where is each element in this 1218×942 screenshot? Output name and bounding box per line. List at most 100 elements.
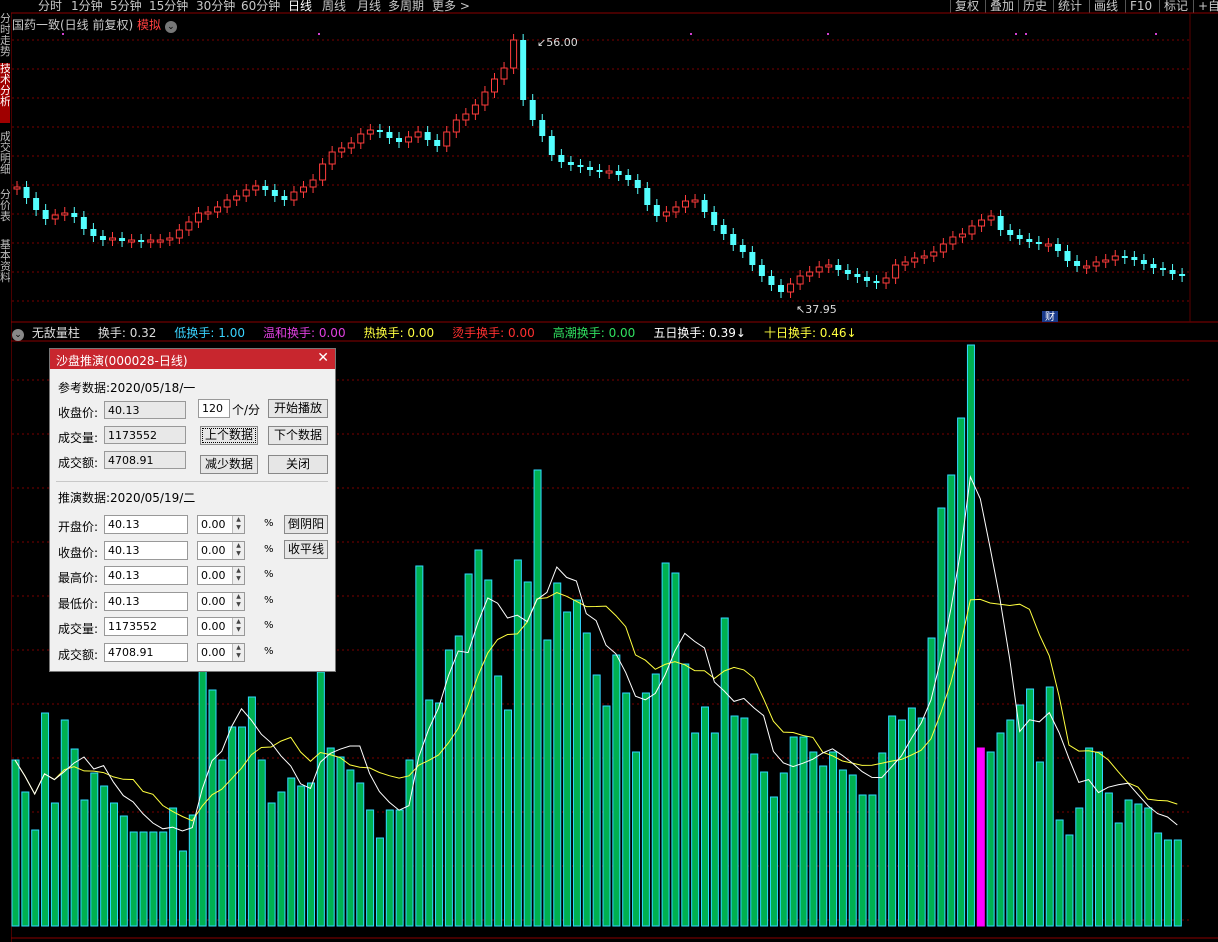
volume-bar (287, 777, 296, 927)
candle-body (730, 234, 737, 245)
sim-row-value[interactable]: 40.13 (104, 566, 188, 585)
indicator-dropdown-icon[interactable]: ⌄ (12, 329, 24, 341)
spin-arrows-icon[interactable]: ▲ ▼ (232, 567, 244, 584)
speed-input[interactable]: 120 (198, 399, 230, 418)
sim-row-value[interactable]: 1173552 (104, 617, 188, 636)
candle-body (71, 213, 78, 217)
candle-body (806, 271, 814, 277)
candle-body (920, 255, 928, 259)
play-button[interactable]: 开始播放 (268, 399, 328, 418)
sim-row-value[interactable]: 40.13 (104, 540, 188, 560)
volume-bar (848, 774, 857, 927)
candle-body (271, 190, 278, 196)
next-data-button[interactable]: 下个数据 (268, 426, 328, 445)
candle-body (214, 206, 222, 213)
flat-close-button[interactable]: 收平线 (284, 540, 328, 559)
sim-date-label: 推演数据:2020/05/19/二 (58, 491, 196, 505)
candle-body (768, 276, 775, 285)
candle-body (414, 131, 422, 138)
volume-bar (139, 831, 148, 927)
candle-body (386, 132, 393, 138)
candle-body (587, 167, 593, 170)
volume-bar (1114, 822, 1123, 927)
candle-body (1035, 242, 1042, 244)
candle-body (128, 239, 136, 243)
low-price-label: ↖37.95 (796, 303, 837, 316)
volume-bar (60, 719, 69, 927)
candle-body (233, 195, 241, 201)
sim-row-value[interactable]: 4708.91 (104, 642, 188, 662)
sim-row-pct-spinner[interactable]: 0.00 ▲ ▼ (197, 642, 245, 662)
volume-bar (100, 785, 109, 927)
candle-body (758, 265, 765, 276)
candle-body (290, 191, 298, 201)
candle-body (796, 275, 804, 285)
candle-body (309, 179, 317, 188)
sim-row-pct-spinner[interactable]: 0.00 ▲ ▼ (197, 617, 245, 636)
prev-data-button[interactable]: 上个数据 (200, 426, 258, 445)
volume-stat-2: 低换手: 1.00 (174, 326, 245, 340)
candle-body (99, 236, 106, 240)
candle-body (577, 165, 584, 167)
spin-arrows-icon[interactable]: ▲ ▼ (232, 516, 244, 533)
sim-row-pct-spinner[interactable]: 0.00 ▲ ▼ (197, 540, 245, 560)
reduce-data-button[interactable]: 减少数据 (200, 455, 258, 474)
candle-body (958, 233, 966, 238)
candle-body (558, 155, 565, 162)
candle-body (281, 196, 288, 200)
candle-body (1064, 251, 1071, 261)
volume-bar (1144, 807, 1153, 927)
volume-bar (681, 663, 690, 927)
candle-body (80, 217, 87, 229)
sim-row-pct-spinner[interactable]: 0.00 ▲ ▼ (197, 515, 245, 534)
volume-stat-3: 温和换手: 0.00 (263, 326, 346, 340)
volume-bar (435, 702, 444, 927)
candle-body (1121, 256, 1128, 258)
sim-row-pct-spinner[interactable]: 0.00 ▲ ▼ (197, 566, 245, 585)
dialog-titlebar[interactable]: 沙盘推演(000028-日线) ✕ (50, 349, 335, 369)
close-icon[interactable]: ✕ (317, 350, 329, 366)
pct-value: 0.00 (201, 620, 226, 633)
volume-bar (1035, 761, 1044, 927)
volume-bar (444, 649, 453, 927)
candle-body (1179, 274, 1186, 276)
invert-button[interactable]: 倒阴阳 (284, 515, 328, 534)
event-marker (62, 33, 64, 35)
sim-row-value[interactable]: 40.13 (104, 515, 188, 534)
sandbox-dialog: 沙盘推演(000028-日线) ✕ 参考数据:2020/05/18/一 收盘价:… (49, 348, 336, 672)
candle-body (968, 225, 976, 235)
sim-row-pct-spinner[interactable]: 0.00 ▲ ▼ (197, 591, 245, 611)
volume-bar (838, 769, 847, 927)
volume-bar (986, 751, 995, 927)
ref-close-label: 收盘价: (58, 406, 99, 420)
candle-body (13, 186, 21, 190)
candle-body (1140, 260, 1147, 264)
spin-arrows-icon[interactable]: ▲ ▼ (232, 541, 244, 559)
spin-arrows-icon[interactable]: ▲ ▼ (232, 592, 244, 610)
sim-row-label: 最高价: (58, 571, 99, 585)
spin-arrows-icon[interactable]: ▲ ▼ (232, 618, 244, 635)
sim-row-value[interactable]: 40.13 (104, 591, 188, 611)
candle-body (500, 67, 508, 80)
candle-body (109, 237, 116, 241)
candle-body (662, 211, 670, 217)
reference-date-label: 参考数据:2020/05/18/一 (58, 381, 196, 395)
candle-body (338, 147, 346, 153)
volume-bar (612, 654, 621, 927)
volume-bar (1124, 799, 1133, 927)
candle-body (1026, 239, 1033, 242)
volume-stat-0: 无敌量柱 (31, 326, 80, 340)
volume-bar (1173, 839, 1182, 927)
volume-bar (336, 756, 345, 927)
volume-stat-6: 高潮换手: 0.00 (552, 326, 636, 340)
close-dialog-button[interactable]: 关闭 (268, 455, 328, 474)
ref-close-value: 40.13 (104, 401, 186, 419)
volume-bar (129, 831, 138, 927)
volume-bar (366, 809, 375, 927)
volume-bar (779, 772, 788, 927)
spin-arrows-icon[interactable]: ▲ ▼ (232, 643, 244, 661)
event-marker (827, 33, 829, 35)
volume-bar (513, 559, 522, 927)
event-marker (1025, 33, 1027, 35)
high-price-label: ↙56.00 (537, 36, 578, 49)
